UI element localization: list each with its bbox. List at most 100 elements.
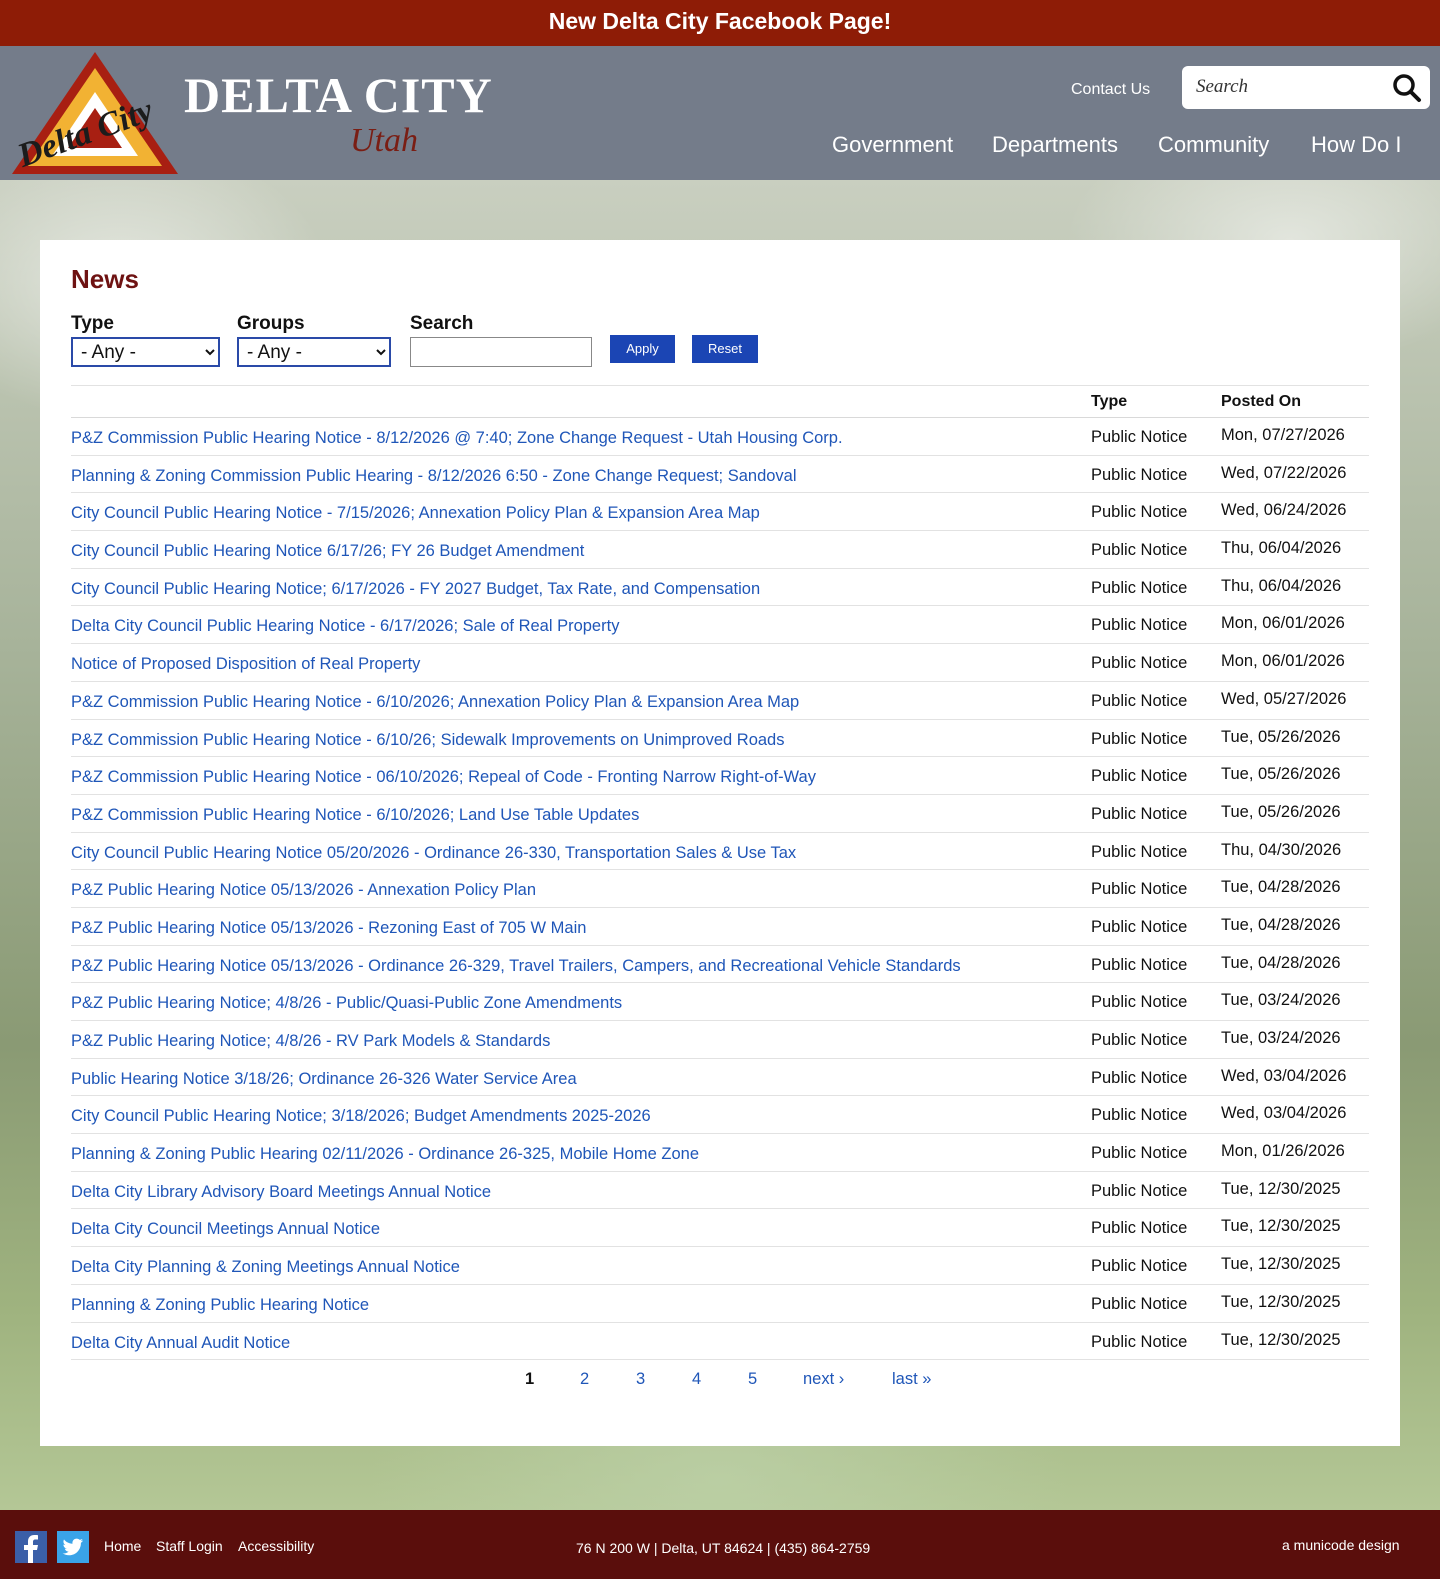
table-row: Delta City Annual Audit Notice Public Not…	[71, 1323, 1369, 1361]
type-filter-select[interactable]: - Any -	[71, 337, 220, 367]
news-item-link[interactable]: P&Z Commission Public Hearing Notice - 0…	[71, 768, 816, 787]
announcement-banner[interactable]: New Delta City Facebook Page!	[0, 0, 1440, 46]
news-item-link[interactable]: Delta City Annual Audit Notice	[71, 1334, 290, 1353]
table-row: P&Z Commission Public Hearing Notice - 6…	[71, 795, 1369, 833]
news-table: Type Posted On P&Z Commission Public Hea…	[71, 385, 1369, 1361]
nav-government[interactable]: Government	[832, 132, 953, 158]
groups-filter-label: Groups	[237, 313, 305, 334]
news-item-link[interactable]: Public Hearing Notice 3/18/26; Ordinance…	[71, 1070, 577, 1089]
column-posted-header[interactable]: Posted On	[1221, 393, 1301, 411]
table-row: P&Z Public Hearing Notice; 4/8/26 - RV P…	[71, 1021, 1369, 1059]
site-title[interactable]: DELTA CITY	[184, 66, 493, 124]
table-row: Delta City Planning & Zoning Meetings An…	[71, 1247, 1369, 1285]
news-item-link[interactable]: Delta City Planning & Zoning Meetings An…	[71, 1258, 460, 1277]
site-footer: Home Staff Login Accessibility 76 N 200 …	[0, 1510, 1440, 1579]
news-item-link[interactable]: Delta City Council Public Hearing Notice…	[71, 617, 619, 636]
table-row: P&Z Public Hearing Notice 05/13/2026 - R…	[71, 908, 1369, 946]
contact-us-link[interactable]: Contact Us	[1071, 81, 1150, 99]
groups-filter-select[interactable]: - Any -	[237, 337, 391, 367]
news-item-link[interactable]: City Council Public Hearing Notice 05/20…	[71, 844, 796, 863]
pager-page-2[interactable]: 2	[580, 1370, 589, 1389]
reset-button[interactable]: Reset	[692, 335, 758, 363]
site-subtitle: Utah	[350, 122, 418, 159]
news-item-link[interactable]: City Council Public Hearing Notice; 6/17…	[71, 580, 760, 599]
news-item-date: Tue, 04/28/2026	[1221, 878, 1341, 897]
news-item-link[interactable]: Notice of Proposed Disposition of Real P…	[71, 655, 420, 674]
search-filter-input[interactable]	[410, 337, 592, 367]
table-row: P&Z Commission Public Hearing Notice - 6…	[71, 682, 1369, 720]
news-item-date: Tue, 12/30/2025	[1221, 1255, 1341, 1274]
news-item-link[interactable]: P&Z Commission Public Hearing Notice - 6…	[71, 693, 799, 712]
news-item-type: Public Notice	[1091, 465, 1188, 484]
news-item-link[interactable]: P&Z Commission Public Hearing Notice - 6…	[71, 806, 639, 825]
table-row: Notice of Proposed Disposition of Real P…	[71, 644, 1369, 682]
news-item-link[interactable]: P&Z Commission Public Hearing Notice - 6…	[71, 731, 784, 750]
pager-page-3[interactable]: 3	[636, 1370, 645, 1389]
news-item-link[interactable]: P&Z Public Hearing Notice; 4/8/26 - RV P…	[71, 1032, 550, 1051]
news-item-type: Public Notice	[1091, 541, 1188, 560]
news-item-date: Tue, 05/26/2026	[1221, 802, 1341, 821]
table-row: Delta City Council Meetings Annual Notic…	[71, 1209, 1369, 1248]
pager-next[interactable]: next ›	[803, 1370, 844, 1389]
news-item-date: Thu, 04/30/2026	[1221, 840, 1342, 859]
nav-how-do-i[interactable]: How Do I	[1311, 132, 1401, 158]
news-item-link[interactable]: Planning & Zoning Public Hearing Notice	[71, 1296, 369, 1315]
news-item-type: Public Notice	[1091, 1068, 1188, 1087]
pager-page-5[interactable]: 5	[748, 1370, 757, 1389]
news-item-type: Public Notice	[1091, 691, 1188, 710]
news-item-link[interactable]: P&Z Public Hearing Notice 05/13/2026 - A…	[71, 881, 536, 900]
twitter-icon[interactable]	[57, 1531, 89, 1563]
delta-city-logo[interactable]: Delta City	[10, 50, 180, 178]
site-search-input[interactable]	[1196, 72, 1386, 102]
news-item-type: Public Notice	[1091, 767, 1188, 786]
table-row: P&Z Public Hearing Notice 05/13/2026 - A…	[71, 870, 1369, 908]
news-item-type: Public Notice	[1091, 1257, 1188, 1276]
news-item-link[interactable]: P&Z Public Hearing Notice 05/13/2026 - O…	[71, 957, 961, 976]
nav-departments[interactable]: Departments	[992, 132, 1118, 158]
news-item-link[interactable]: Planning & Zoning Commission Public Hear…	[71, 467, 797, 486]
news-item-link[interactable]: Delta City Council Meetings Annual Notic…	[71, 1220, 380, 1239]
news-item-date: Mon, 07/27/2026	[1221, 426, 1345, 444]
news-item-link[interactable]: P&Z Commission Public Hearing Notice - 8…	[71, 429, 843, 448]
footer-home-link[interactable]: Home	[104, 1538, 141, 1554]
footer-accessibility-link[interactable]: Accessibility	[238, 1538, 314, 1554]
news-item-date: Mon, 06/01/2026	[1221, 614, 1345, 633]
news-item-type: Public Notice	[1091, 993, 1188, 1012]
facebook-icon[interactable]	[15, 1531, 47, 1563]
news-item-type: Public Notice	[1091, 955, 1188, 974]
news-item-link[interactable]: P&Z Public Hearing Notice 05/13/2026 - R…	[71, 919, 586, 938]
news-item-date: Tue, 05/26/2026	[1221, 765, 1341, 784]
table-row: Planning & Zoning Public Hearing 02/11/2…	[71, 1134, 1369, 1172]
news-item-date: Mon, 06/01/2026	[1221, 652, 1345, 671]
news-item-date: Wed, 05/27/2026	[1221, 689, 1347, 708]
news-item-link[interactable]: Delta City Library Advisory Board Meetin…	[71, 1183, 491, 1202]
news-item-link[interactable]: P&Z Public Hearing Notice; 4/8/26 - Publ…	[71, 994, 622, 1013]
footer-staff-login-link[interactable]: Staff Login	[156, 1538, 223, 1554]
news-item-date: Tue, 03/24/2026	[1221, 991, 1341, 1010]
news-item-date: Thu, 06/04/2026	[1221, 539, 1342, 558]
news-card: News Type - Any - Groups - Any - Search …	[40, 240, 1400, 1446]
table-row: P&Z Commission Public Hearing Notice - 8…	[71, 418, 1369, 456]
municode-credit-link[interactable]: a municode design	[1282, 1537, 1400, 1553]
page-title: News	[71, 264, 139, 294]
pager-page-4[interactable]: 4	[692, 1370, 701, 1389]
pager-current: 1	[525, 1370, 535, 1388]
nav-community[interactable]: Community	[1158, 132, 1269, 158]
news-item-date: Tue, 12/30/2025	[1221, 1217, 1341, 1236]
pager-last[interactable]: last »	[892, 1370, 931, 1389]
news-item-date: Wed, 03/04/2026	[1221, 1104, 1347, 1123]
table-row: City Council Public Hearing Notice 6/17/…	[71, 531, 1369, 569]
news-item-link[interactable]: City Council Public Hearing Notice; 3/18…	[71, 1107, 651, 1126]
search-icon[interactable]	[1392, 73, 1422, 103]
column-type-header[interactable]: Type	[1091, 393, 1127, 411]
news-item-link[interactable]: City Council Public Hearing Notice - 7/1…	[71, 504, 760, 523]
news-item-date: Tue, 12/30/2025	[1221, 1330, 1341, 1349]
apply-button[interactable]: Apply	[610, 335, 675, 363]
news-item-link[interactable]: City Council Public Hearing Notice 6/17/…	[71, 542, 584, 561]
news-item-type: Public Notice	[1091, 503, 1188, 522]
table-row: City Council Public Hearing Notice - 7/1…	[71, 493, 1369, 532]
banner-text[interactable]: New Delta City Facebook Page!	[549, 8, 892, 34]
site-search	[1182, 66, 1430, 109]
news-item-link[interactable]: Planning & Zoning Public Hearing 02/11/2…	[71, 1145, 699, 1164]
news-item-type: Public Notice	[1091, 578, 1188, 597]
